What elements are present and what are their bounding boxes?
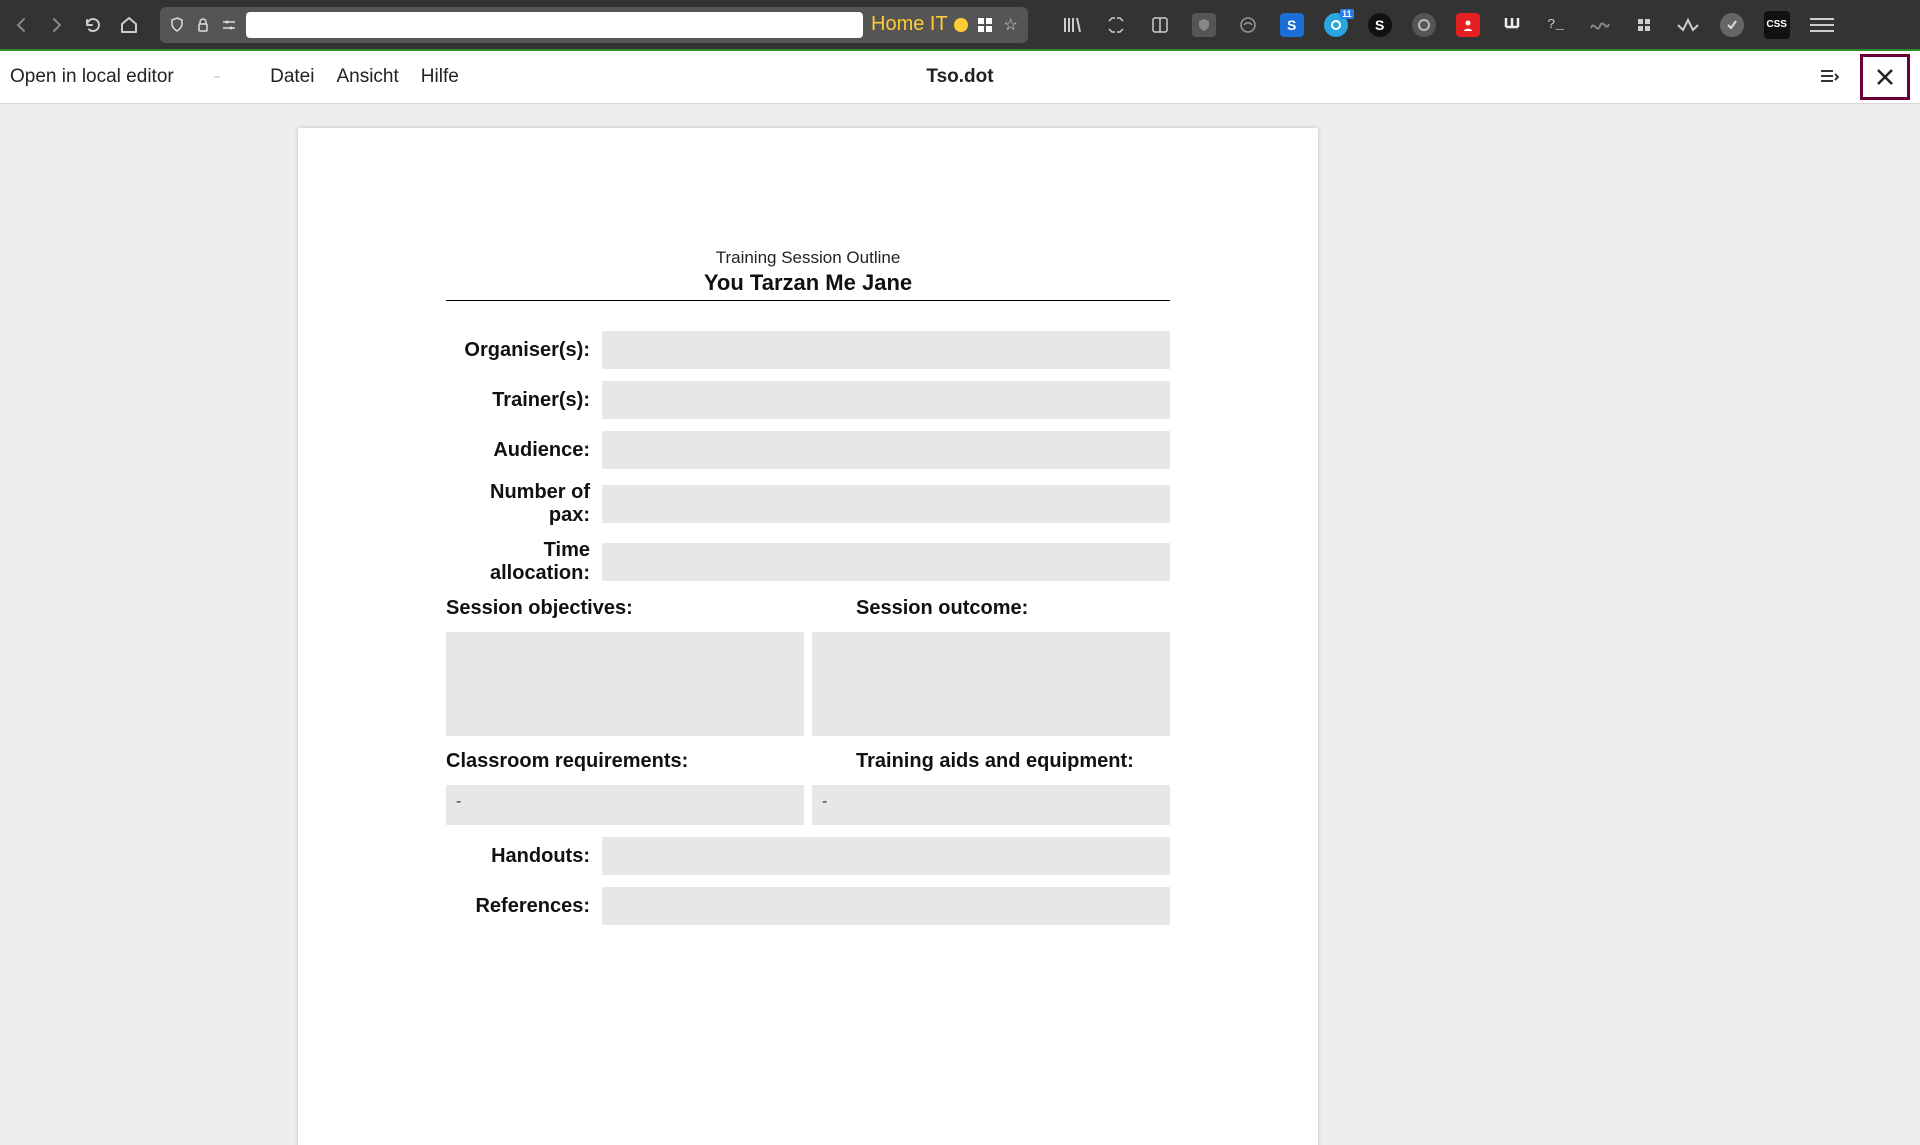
apps-grid-icon[interactable] [976,16,994,34]
app-toolbar: Open in local editor ⎓ Datei Ansicht Hil… [0,51,1920,104]
ublock-icon[interactable] [1192,13,1216,37]
field-trainer[interactable] [602,381,1170,419]
reader-icon[interactable] [1148,13,1172,37]
browser-toolbar: Home IT ☆ S 11 S [0,0,1920,51]
bookmark-star-icon[interactable]: ☆ [1002,16,1020,34]
status-glyph-icon: ⎓ [214,72,220,82]
label-handouts: Handouts: [446,845,590,868]
row-trainer: Trainer(s): [446,381,1170,419]
badge-count: 11 [1340,9,1354,19]
extension-blue-icon[interactable]: 11 [1324,13,1348,37]
menu-file[interactable]: Datei [270,66,314,88]
field-references[interactable] [602,887,1170,925]
row-objectives-outcome-labels: Session objectives: Session outcome: [446,597,1170,620]
extension-css-icon[interactable]: CSS [1764,11,1790,39]
label-references: References: [446,895,590,918]
extension-generic-icon-1[interactable] [1236,13,1260,37]
screenshot-icon[interactable] [1104,13,1128,37]
settings-sliders-icon[interactable] [220,16,238,34]
row-pax: Number of pax: [446,481,1170,527]
open-local-editor-link[interactable]: Open in local editor [10,66,174,88]
document-title: Tso.dot [926,66,993,88]
field-time[interactable] [602,543,1170,581]
sidebar-toggle-icon[interactable] [1818,66,1840,88]
row-audience: Audience: [446,431,1170,469]
field-aids[interactable]: - [812,785,1170,825]
row-handouts: Handouts: [446,837,1170,875]
menu-view[interactable]: Ansicht [336,66,398,88]
label-organiser: Organiser(s): [446,339,590,362]
close-button[interactable] [1860,54,1910,100]
field-objectives[interactable] [446,632,804,736]
extension-icons: S 11 S ?_ CSS [1060,11,1790,39]
extension-check-icon[interactable] [1720,13,1744,37]
home-icon[interactable] [118,14,140,36]
label-classroom: Classroom requirements: [446,750,804,773]
row-organiser: Organiser(s): [446,331,1170,369]
extension-wave-icon[interactable] [1588,13,1612,37]
label-time: Time allocation: [446,539,590,585]
label-outcome: Session outcome: [812,597,1170,620]
shield-icon[interactable] [168,16,186,34]
url-bar-group: Home IT ☆ [160,7,1028,43]
label-audience: Audience: [446,439,590,462]
home-it-label[interactable]: Home IT [871,13,968,36]
reload-icon[interactable] [82,14,104,36]
library-icon[interactable] [1060,13,1084,37]
field-classroom[interactable]: - [446,785,804,825]
row-classroom-aids-boxes: - - [446,785,1170,825]
doc-title-text: You Tarzan Me Jane [446,270,1170,300]
extension-w-icon[interactable] [1500,13,1524,37]
extension-s2-icon[interactable]: S [1368,13,1392,37]
extension-red-icon[interactable] [1456,13,1480,37]
row-objectives-outcome-boxes [446,632,1170,736]
forward-icon[interactable] [46,14,68,36]
document-viewport[interactable]: Training Session Outline You Tarzan Me J… [0,104,1920,1145]
label-trainer: Trainer(s): [446,389,590,412]
label-aids: Training aids and equipment: [812,750,1170,773]
extension-squares-icon[interactable] [1632,13,1656,37]
status-dot-icon [954,18,968,32]
field-outcome[interactable] [812,632,1170,736]
row-classroom-aids-labels: Classroom requirements: Training aids an… [446,750,1170,773]
header-rule [446,300,1170,301]
field-audience[interactable] [602,431,1170,469]
extension-grey-icon[interactable] [1412,13,1436,37]
extension-s-icon[interactable]: S [1280,13,1304,37]
row-references: References: [446,887,1170,925]
url-input[interactable] [246,12,863,38]
document-page: Training Session Outline You Tarzan Me J… [298,128,1318,1145]
field-handouts[interactable] [602,837,1170,875]
extension-terminal-icon[interactable]: ?_ [1544,13,1568,37]
home-it-text: Home IT [871,13,948,36]
label-objectives: Session objectives: [446,597,804,620]
field-organiser[interactable] [602,331,1170,369]
back-icon[interactable] [10,14,32,36]
lock-icon[interactable] [194,16,212,34]
doc-subtitle: Training Session Outline [446,248,1170,268]
menu-hamburger-icon[interactable] [1810,13,1834,37]
app-toolbar-right [1818,54,1910,100]
menu-help[interactable]: Hilfe [421,66,459,88]
label-pax: Number of pax: [446,481,590,527]
row-time: Time allocation: [446,539,1170,585]
doc-header: Training Session Outline You Tarzan Me J… [446,248,1170,300]
field-pax[interactable] [602,485,1170,523]
extension-wave2-icon[interactable] [1676,13,1700,37]
